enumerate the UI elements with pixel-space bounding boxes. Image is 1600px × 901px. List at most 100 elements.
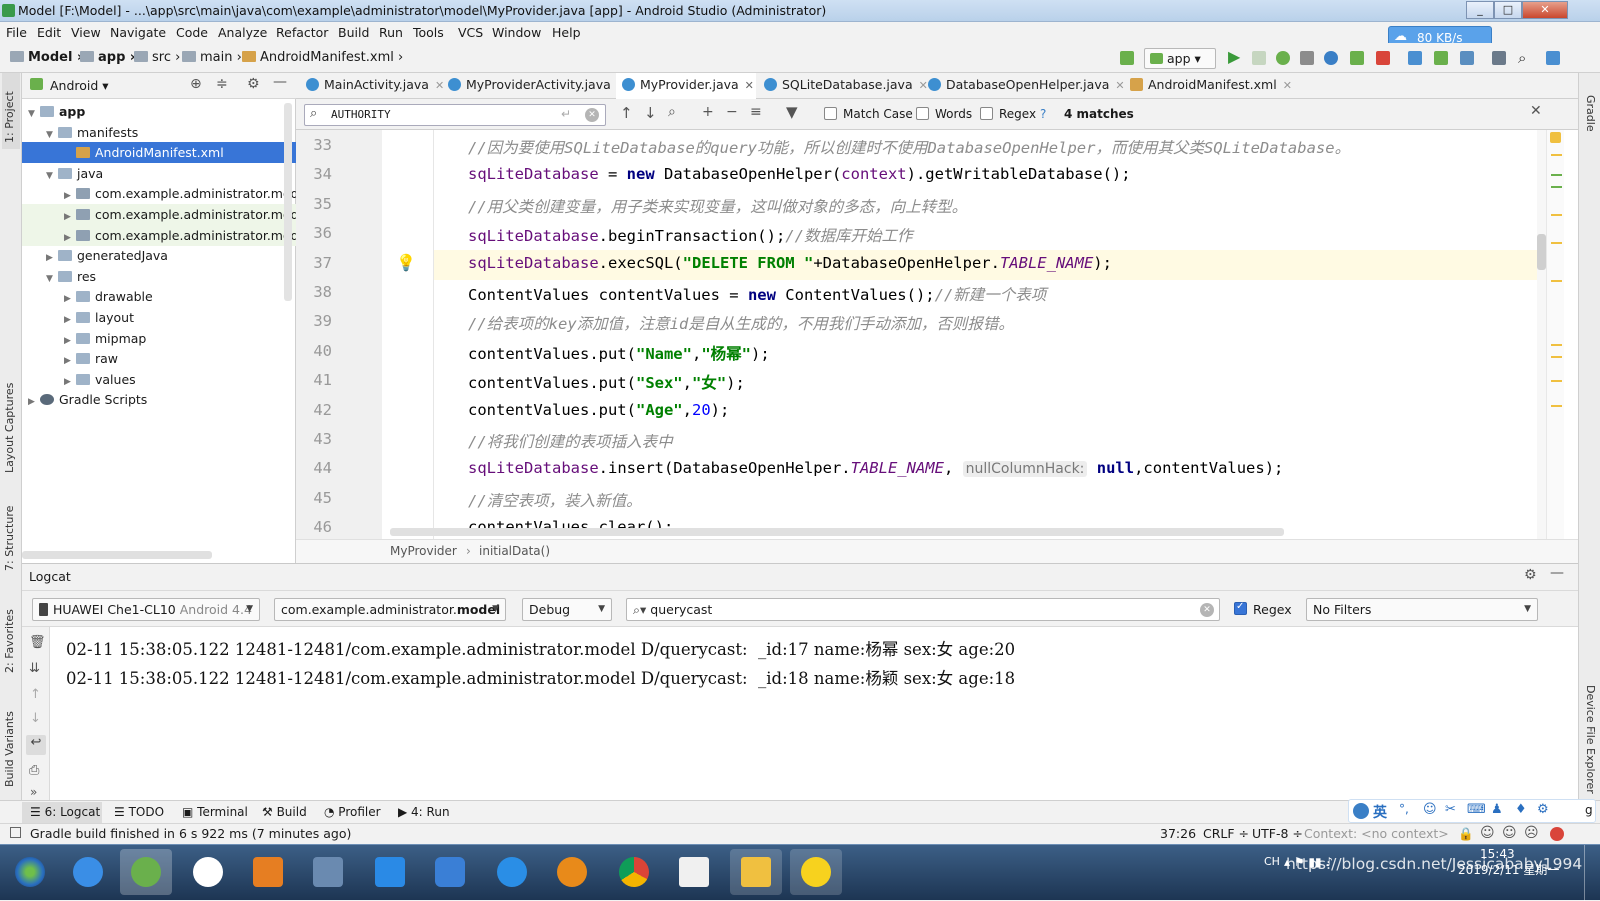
- status-message[interactable]: Gradle build finished in 6 s 922 ms (7 m…: [30, 826, 351, 841]
- tree-item[interactable]: ▶ generatedJava: [22, 245, 296, 266]
- search-everywhere-icon[interactable]: ⌕: [1518, 49, 1526, 67]
- menu-code[interactable]: Code: [176, 25, 208, 40]
- clear-search-icon[interactable]: ✕: [585, 108, 599, 122]
- tree-item[interactable]: ▶ layout: [22, 307, 296, 328]
- tab-gradle[interactable]: Gradle: [1584, 95, 1597, 132]
- code-editor[interactable]: 33 34 35 36 37 38 39 40 41 42 43 44 45 46 💡 //因为要使用SQ…: [296, 130, 1578, 539]
- gradle-sync-icon[interactable]: [1408, 51, 1422, 65]
- tab-logcat[interactable]: ☰ 6: Logcat: [30, 805, 100, 819]
- sad-face-icon[interactable]: ☹: [1524, 825, 1539, 841]
- stripe-mark[interactable]: [1551, 186, 1562, 188]
- attach-debugger-icon[interactable]: [1324, 51, 1338, 65]
- project-vscrollbar[interactable]: [284, 103, 292, 301]
- stripe-mark[interactable]: [1551, 380, 1562, 382]
- code-line[interactable]: sqLiteDatabase.execSQL("DELETE FROM "+Da…: [468, 254, 1112, 272]
- gear-icon[interactable]: ⚙: [247, 76, 260, 92]
- stripe-mark[interactable]: [1551, 242, 1562, 244]
- tree-item[interactable]: ▶ values: [22, 369, 296, 390]
- stripe-mark[interactable]: [1551, 174, 1562, 176]
- ime-keyboard-icon[interactable]: ⌨: [1467, 802, 1486, 817]
- collapsed-arrow-icon[interactable]: ▶: [28, 392, 40, 413]
- add-occurrence-icon[interactable]: +: [702, 104, 714, 120]
- ime-settings-icon[interactable]: ⚙: [1537, 802, 1549, 817]
- ime-toolbar[interactable]: 英 °, ☺ ✂ ⌨ ♟ ♦ ⚙ g: [1348, 799, 1596, 823]
- menu-view[interactable]: View: [71, 25, 101, 40]
- gear-icon[interactable]: ⚙: [1524, 567, 1537, 583]
- close-find-icon[interactable]: ✕: [1530, 103, 1542, 119]
- words-checkbox[interactable]: [916, 107, 929, 120]
- taskbar-chrome[interactable]: [608, 849, 660, 895]
- tab-database-open-helper[interactable]: DatabaseOpenHelper.java ✕: [922, 73, 1125, 99]
- regex-checkbox[interactable]: [980, 107, 993, 120]
- close-tab-icon[interactable]: ✕: [1283, 79, 1292, 92]
- sdk-manager-icon[interactable]: [1460, 51, 1474, 65]
- menu-refactor[interactable]: Refactor: [276, 25, 328, 40]
- locate-icon[interactable]: ⊕: [190, 76, 202, 92]
- context-indicator[interactable]: Context: <no context>: [1304, 826, 1449, 841]
- run-config-dropdown[interactable]: app ▾: [1144, 48, 1216, 69]
- breadcrumb-project[interactable]: Model ›: [10, 50, 82, 65]
- line-separator[interactable]: CRLF ÷: [1203, 826, 1249, 841]
- taskbar-ie[interactable]: [486, 849, 538, 895]
- tree-item[interactable]: ▶ mipmap: [22, 328, 296, 349]
- stripe-mark[interactable]: [1551, 280, 1562, 282]
- tree-item[interactable]: ▶ raw: [22, 348, 296, 369]
- code-line[interactable]: contentValues.put("Age",20);: [468, 401, 729, 419]
- tab-terminal[interactable]: ▣ Terminal: [182, 805, 248, 819]
- filter-icon[interactable]: ▼: [786, 103, 798, 121]
- tab-my-provider-activity[interactable]: MyProviderActivity.java✕: [442, 73, 626, 99]
- select-all-occurrences-icon[interactable]: ≡: [750, 104, 762, 120]
- event-log-indicator-icon[interactable]: [1550, 827, 1564, 841]
- remove-occurrence-icon[interactable]: −: [726, 104, 738, 120]
- tab-favorites[interactable]: 2: Favorites: [3, 609, 16, 673]
- code-line[interactable]: contentValues.put("Sex","女");: [468, 371, 745, 393]
- breadcrumb-file[interactable]: AndroidManifest.xml ›: [242, 50, 403, 65]
- menu-edit[interactable]: Edit: [37, 25, 61, 40]
- editor-hscrollbar[interactable]: [390, 528, 1284, 536]
- tab-project[interactable]: 1: Project: [3, 91, 16, 143]
- tree-item[interactable]: ▼ manifests: [22, 122, 296, 143]
- breadcrumb-class[interactable]: MyProvider: [390, 544, 457, 558]
- close-window-button[interactable]: ✕: [1522, 1, 1568, 19]
- tree-item[interactable]: ▼ app: [22, 101, 296, 122]
- taskbar-app-s[interactable]: [62, 849, 114, 895]
- tab-device-file-explorer[interactable]: Device File Explorer: [1584, 685, 1597, 794]
- stripe-mark[interactable]: [1551, 405, 1562, 407]
- minimize-button[interactable]: _: [1466, 1, 1494, 19]
- hide-panel-icon[interactable]: —: [1550, 565, 1564, 581]
- filter-dropdown[interactable]: No Filters ▼: [1306, 598, 1538, 621]
- menu-window[interactable]: Window: [492, 25, 541, 40]
- menu-tools[interactable]: Tools: [413, 25, 444, 40]
- neutral-face-icon[interactable]: ☺: [1502, 825, 1517, 841]
- taskbar-explorer[interactable]: [730, 849, 782, 895]
- tab-build[interactable]: ⚒ Build: [262, 805, 307, 819]
- code-line[interactable]: contentValues.put("Name","杨幂");: [468, 342, 770, 364]
- code-line[interactable]: sqLiteDatabase = new DatabaseOpenHelper(…: [468, 165, 1131, 183]
- stripe-mark[interactable]: [1551, 154, 1562, 156]
- menu-run[interactable]: Run: [379, 25, 403, 40]
- tab-sqlite-database[interactable]: SQLiteDatabase.java ✕: [758, 73, 928, 99]
- project-view-dropdown[interactable]: Android ▾: [50, 78, 109, 93]
- device-dropdown[interactable]: HUAWEI Che1-CL10 Android 4.4 ▼: [32, 598, 260, 621]
- warning-indicator-icon[interactable]: [1550, 132, 1561, 143]
- taskbar-remote-desktop[interactable]: [302, 849, 354, 895]
- process-dropdown[interactable]: com.example.administrator.model ▼: [274, 598, 506, 621]
- tree-item[interactable]: ▼ res: [22, 266, 296, 287]
- stripe-mark[interactable]: [1551, 356, 1562, 358]
- match-case-checkbox[interactable]: [824, 107, 837, 120]
- run-icon[interactable]: ▶: [1228, 47, 1240, 66]
- tree-item[interactable]: ▶ Gradle Scripts: [22, 389, 296, 410]
- code-line[interactable]: sqLiteDatabase.beginTransaction();//数据库开…: [468, 224, 912, 246]
- scroll-to-end-icon[interactable]: ⇊: [29, 661, 40, 676]
- clock-time[interactable]: 15:43: [1480, 847, 1515, 861]
- find-input[interactable]: ⌕ AUTHORITY ↵ ✕: [304, 104, 606, 126]
- editor-vscrollbar[interactable]: [1537, 130, 1546, 539]
- project-structure-icon[interactable]: [1492, 51, 1506, 65]
- next-occurrence-icon[interactable]: ↓: [644, 104, 657, 122]
- ime-punct-icon[interactable]: °,: [1399, 802, 1409, 816]
- taskbar-baidu-cloud[interactable]: [182, 849, 234, 895]
- more-icon[interactable]: »: [30, 785, 37, 799]
- breadcrumb-method[interactable]: initialData(): [479, 544, 550, 558]
- file-encoding[interactable]: UTF-8 ÷: [1252, 826, 1303, 841]
- menu-help[interactable]: Help: [552, 25, 581, 40]
